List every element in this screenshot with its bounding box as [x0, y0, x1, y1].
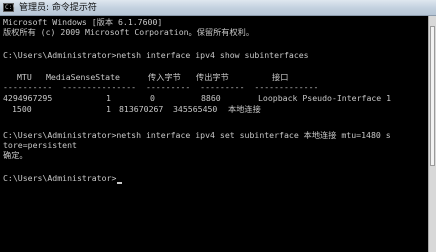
table-row-1-mtu: 4294967295 — [3, 93, 53, 103]
text-cursor — [117, 182, 123, 184]
table-row-1-mediasense: 1 — [106, 93, 111, 103]
prompt-line[interactable]: C:\Users\Administrator> — [3, 173, 123, 184]
title-bar[interactable]: C:\ 管理员: 命令提示符 — [0, 0, 436, 16]
table-separator: ---------- --------------- --------- ---… — [3, 82, 319, 92]
table-row-2-mediasense: 1 — [106, 104, 111, 114]
cmd-icon[interactable]: C:\ — [3, 3, 16, 12]
table-row-2-bytes-out: 345565450 — [173, 104, 218, 114]
copyright-line: 版权所有 (c) 2009 Microsoft Corporation。保留所有… — [3, 27, 255, 37]
console-output[interactable]: Microsoft Windows [版本 6.1.7600] 版权所有 (c)… — [0, 16, 428, 252]
table-row-2-mtu: 1500 — [12, 104, 32, 114]
result-line: 确定。 — [3, 150, 28, 160]
prompt-text: C:\Users\Administrator> — [3, 173, 117, 183]
table-row-1-bytes-in: 0 — [150, 93, 155, 103]
table-row-1-interface: Loopback Pseudo-Interface 1 — [258, 93, 392, 103]
scrollbar-thumb[interactable] — [430, 26, 435, 166]
table-row-1-bytes-out: 8860 — [201, 93, 221, 103]
window-title: 管理员: 命令提示符 — [19, 3, 97, 13]
cmd-window: C:\ 管理员: 命令提示符 Microsoft Windows [版本 6.1… — [0, 0, 436, 252]
command-line-1: C:\Users\Administrator>netsh interface i… — [3, 50, 309, 60]
table-row-2-bytes-in: 813670267 — [119, 104, 164, 114]
table-row-2-interface: 本地连接 — [228, 104, 261, 114]
vertical-scrollbar[interactable] — [428, 16, 436, 252]
